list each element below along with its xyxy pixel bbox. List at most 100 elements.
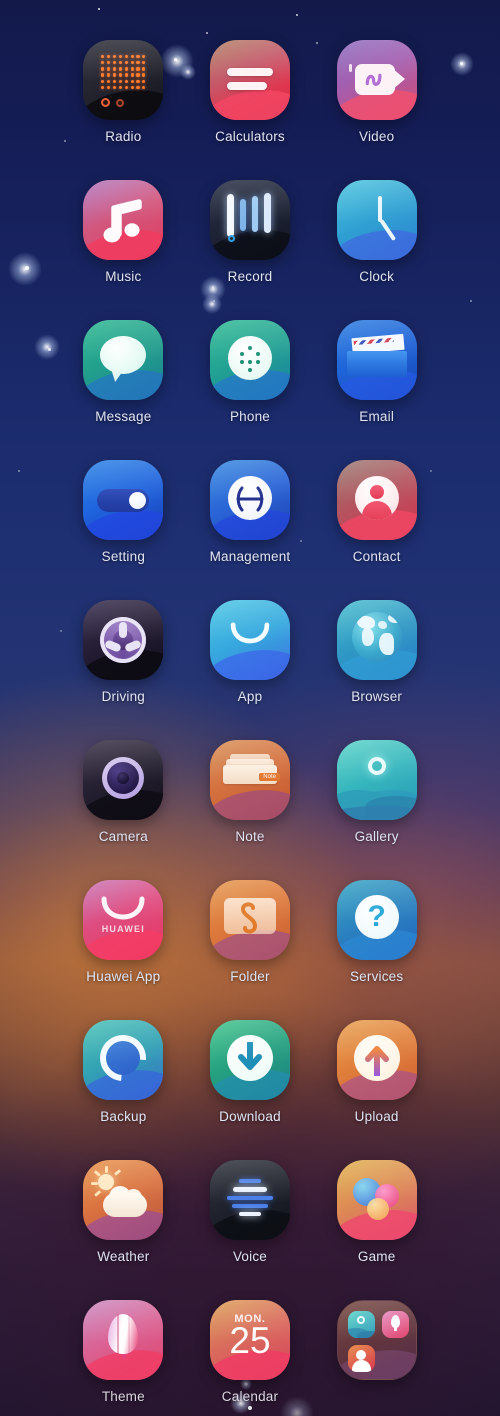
folder-hook-glyph xyxy=(240,902,257,934)
calendar-icon[interactable]: MON. 25 xyxy=(209,1300,290,1380)
app-cell-huawei-app[interactable]: HUAWEI Huawei App xyxy=(60,880,187,1020)
globe-sphere xyxy=(351,612,402,662)
app-cell-email[interactable]: Email xyxy=(313,320,440,460)
voice-waveform-icon[interactable] xyxy=(209,1160,290,1240)
app-cell-voice[interactable]: Voice xyxy=(187,1160,314,1300)
app-cell-contact[interactable]: Contact xyxy=(313,460,440,600)
app-label: Clock xyxy=(359,269,395,284)
app-label: Backup xyxy=(100,1109,147,1124)
app-label: Setting xyxy=(101,549,146,564)
app-cell-game[interactable]: Game xyxy=(313,1160,440,1300)
app-label: Theme xyxy=(101,1389,145,1404)
globe-icon[interactable] xyxy=(336,600,417,680)
record-dot xyxy=(227,235,235,242)
calculator-icon[interactable] xyxy=(209,40,290,120)
app-cell-calendar[interactable]: MON. 25 Calendar xyxy=(187,1300,314,1416)
app-cell-weather[interactable]: Weather xyxy=(60,1160,187,1300)
envelope-icon[interactable] xyxy=(336,320,417,400)
backup-ring-icon[interactable] xyxy=(83,1020,164,1100)
cloud-body xyxy=(103,1193,148,1217)
toggle-track xyxy=(97,489,150,512)
game-bubbles-icon[interactable] xyxy=(336,1160,417,1240)
app-cell-calculators[interactable]: Calculators xyxy=(187,40,314,180)
app-cell-note[interactable]: Note Note xyxy=(187,740,314,880)
steering-wheel-icon[interactable] xyxy=(83,600,164,680)
camera-lens xyxy=(391,68,405,90)
app-cell-group-folder[interactable] xyxy=(313,1300,440,1416)
calendar-date: 25 xyxy=(229,1320,271,1361)
app-cell-backup[interactable]: Backup xyxy=(60,1020,187,1160)
app-cell-folder[interactable]: Folder xyxy=(187,880,314,1020)
recorder-icon[interactable] xyxy=(209,180,290,260)
clock-icon[interactable] xyxy=(336,180,417,260)
folder-icon[interactable] xyxy=(209,880,290,960)
app-cell-radio[interactable]: Radio xyxy=(60,40,187,180)
app-label: Camera xyxy=(98,829,148,844)
chat-bubble-icon[interactable] xyxy=(83,320,164,400)
toggle-switch-icon[interactable] xyxy=(83,460,164,540)
avatar-disc xyxy=(354,476,399,520)
bubble-yellow xyxy=(366,1198,389,1220)
app-cell-browser[interactable]: Browser xyxy=(313,600,440,740)
app-cell-camera[interactable]: Camera xyxy=(60,740,187,880)
app-label: Gallery xyxy=(354,829,399,844)
app-cell-phone[interactable]: Phone xyxy=(187,320,314,460)
person-avatar-icon[interactable] xyxy=(336,460,417,540)
app-cell-record[interactable]: Record xyxy=(187,180,314,320)
app-cell-upload[interactable]: Upload xyxy=(313,1020,440,1160)
radio-knob-secondary xyxy=(116,99,125,107)
video-squiggle xyxy=(365,73,382,86)
app-cell-setting[interactable]: Setting xyxy=(60,460,187,600)
dial-pad-icon[interactable] xyxy=(209,320,290,400)
app-cell-clock[interactable]: Clock xyxy=(313,180,440,320)
level-bar-4 xyxy=(263,193,271,233)
note-papers-icon[interactable]: Note xyxy=(209,740,290,820)
app-label: Download xyxy=(219,1109,281,1124)
download-arrow-icon[interactable] xyxy=(209,1020,290,1100)
app-cell-services[interactable]: ? Services xyxy=(313,880,440,1020)
app-label: Calendar xyxy=(221,1389,279,1404)
level-bar-1 xyxy=(226,194,234,237)
envelope-body xyxy=(346,351,407,377)
note-tag: Note xyxy=(259,773,280,781)
app-cell-gallery[interactable]: Gallery xyxy=(313,740,440,880)
app-label: Note xyxy=(235,829,265,844)
equals-bar-bottom xyxy=(226,82,267,90)
app-group-folder-icon[interactable] xyxy=(336,1300,417,1380)
radio-icon[interactable] xyxy=(83,40,164,120)
app-cell-app[interactable]: App xyxy=(187,600,314,740)
app-cell-theme[interactable]: Theme xyxy=(60,1300,187,1416)
music-note-icon[interactable] xyxy=(83,180,164,260)
app-label: Huawei App xyxy=(86,969,161,984)
backup-ring xyxy=(90,1025,156,1091)
video-indicator xyxy=(348,64,352,72)
app-label: Phone xyxy=(229,409,271,424)
app-label: Radio xyxy=(105,129,142,144)
app-cell-video[interactable]: Video xyxy=(313,40,440,180)
sun-cloud-icon[interactable] xyxy=(83,1160,164,1240)
led-matrix xyxy=(100,54,146,90)
sun-landscape-icon[interactable] xyxy=(336,740,417,820)
arrow-up-glyph xyxy=(364,1046,389,1076)
upload-arrow-icon[interactable] xyxy=(336,1020,417,1100)
app-cell-management[interactable]: Management xyxy=(187,460,314,600)
smile-bag-icon[interactable] xyxy=(209,600,290,680)
arrow-down-glyph xyxy=(237,1042,262,1070)
hot-air-balloon-icon[interactable] xyxy=(83,1300,164,1380)
mini-icon-gallery xyxy=(347,1311,375,1338)
balloon-body xyxy=(108,1314,139,1354)
huawei-bag-icon[interactable]: HUAWEI xyxy=(83,880,164,960)
question-mark-icon[interactable]: ? xyxy=(336,880,417,960)
app-label: Management xyxy=(209,549,291,564)
pisces-glyph-icon[interactable] xyxy=(209,460,290,540)
app-cell-download[interactable]: Download xyxy=(187,1020,314,1160)
app-cell-message[interactable]: Message xyxy=(60,320,187,460)
app-cell-driving[interactable]: Driving xyxy=(60,600,187,740)
app-label: Message xyxy=(95,409,152,424)
app-label: Weather xyxy=(97,1249,150,1264)
video-camera-icon[interactable] xyxy=(336,40,417,120)
camera-lens-icon[interactable] xyxy=(83,740,164,820)
app-cell-music[interactable]: Music xyxy=(60,180,187,320)
toggle-knob xyxy=(129,492,147,509)
huawei-wordmark: HUAWEI xyxy=(101,924,145,934)
